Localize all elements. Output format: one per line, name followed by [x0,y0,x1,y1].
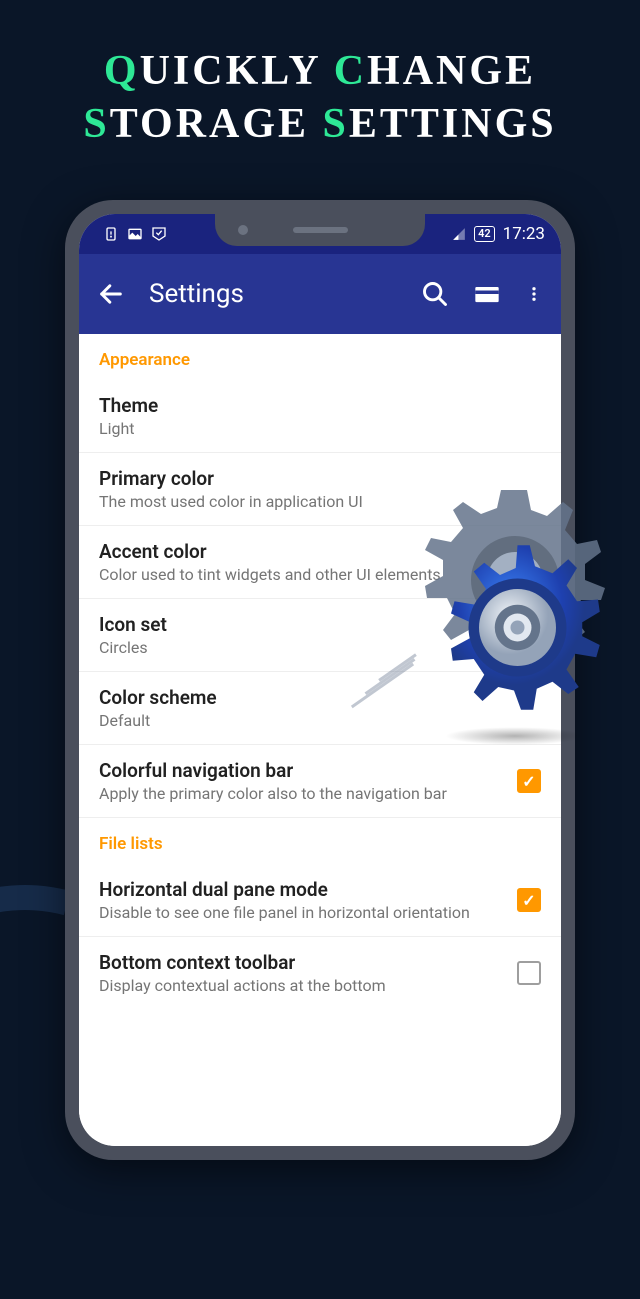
setting-theme[interactable]: Theme Light [79,380,561,453]
sim-alert-icon [103,226,119,242]
setting-subtitle: Apply the primary color also to the navi… [99,784,517,803]
promo-headline: QUICKLY CHANGE STORAGE SETTINGS [0,0,640,175]
setting-subtitle: Light [99,419,541,438]
setting-bottom-toolbar[interactable]: Bottom context toolbar Display contextua… [79,937,561,1009]
setting-subtitle: Disable to see one file panel in horizon… [99,903,517,922]
section-header-filelists: File lists [79,818,561,864]
app-bar: Settings [79,254,561,334]
check-icon [151,226,167,242]
setting-title: Colorful navigation bar [99,759,517,782]
checkbox[interactable] [517,769,541,793]
setting-title: Bottom context toolbar [99,951,517,974]
setting-subtitle: Display contextual actions at the bottom [99,976,517,995]
section-header-appearance: Appearance [79,334,561,380]
page-title: Settings [149,279,397,309]
checkbox[interactable] [517,888,541,912]
checkbox[interactable] [517,961,541,985]
image-icon [127,226,143,242]
setting-dual-pane[interactable]: Horizontal dual pane mode Disable to see… [79,864,561,937]
gear-icon-front [430,540,605,715]
overflow-menu-button[interactable] [525,280,543,308]
card-button[interactable] [473,280,501,308]
phone-notch [215,214,425,246]
gear-graphic [365,480,625,740]
battery-indicator: 42 [474,226,495,242]
setting-title: Theme [99,394,541,417]
speed-lines [345,660,445,720]
setting-colorful-navbar[interactable]: Colorful navigation bar Apply the primar… [79,745,561,818]
setting-title: Horizontal dual pane mode [99,878,517,901]
search-button[interactable] [421,280,449,308]
clock: 17:23 [503,224,545,244]
back-button[interactable] [97,280,125,308]
signal-icon [452,226,466,242]
